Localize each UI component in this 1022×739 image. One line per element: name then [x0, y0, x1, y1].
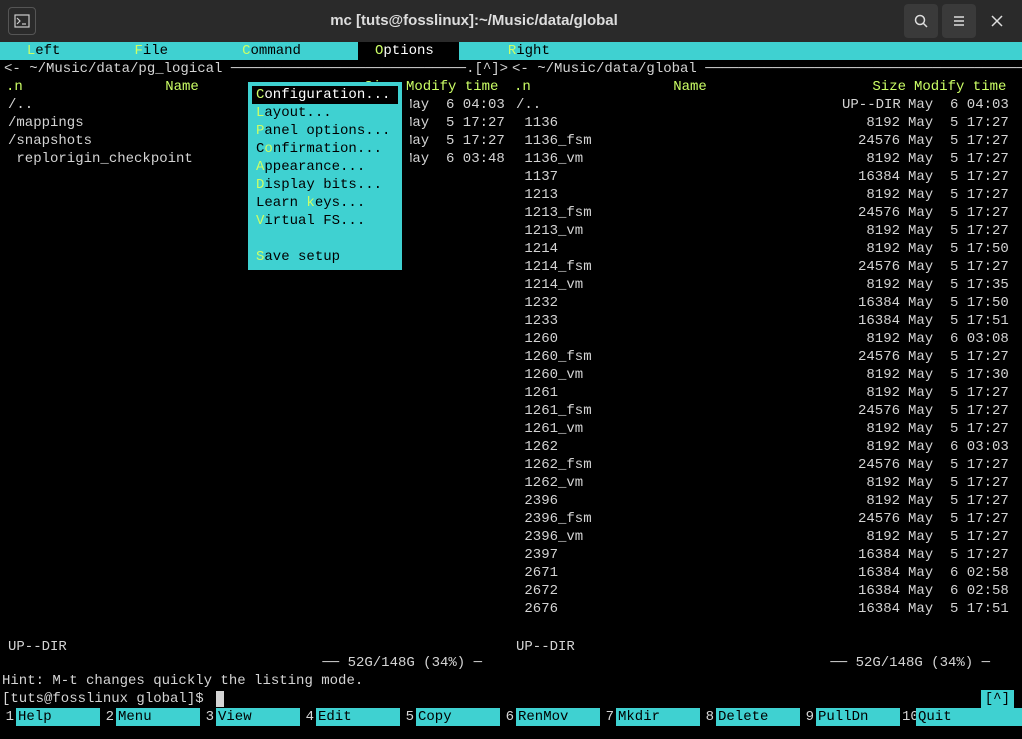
menu-button[interactable] [942, 4, 976, 38]
fkey-edit[interactable]: 4Edit [300, 708, 400, 726]
table-row[interactable]: 267216384May 6 02:58 [512, 582, 1010, 600]
table-row[interactable]: 2396_fsm24576May 5 17:27 [512, 510, 1010, 528]
fkey-help[interactable]: 1Help [0, 708, 100, 726]
dd-save-setup[interactable]: Save setup [252, 248, 398, 266]
table-row[interactable]: 12148192May 5 17:50 [512, 240, 1010, 258]
panel-right-body[interactable]: /..UP--DIRMay 6 04:03 11368192May 5 17:2… [512, 96, 1010, 636]
panel-left-footer: UP--DIR [4, 636, 502, 654]
dd-configuration[interactable]: Configuration... [252, 86, 398, 104]
table-row[interactable]: 1260_vm8192May 5 17:30 [512, 366, 1010, 384]
fkey-quit[interactable]: 10Quit [900, 708, 1000, 726]
table-row[interactable]: 12138192May 5 17:27 [512, 186, 1010, 204]
table-row[interactable]: /..UP--DIRMay 6 04:03 [512, 96, 1010, 114]
prompt-line[interactable]: [tuts@fosslinux global]$ [^] [0, 690, 1022, 708]
options-dropdown: Configuration... Layout... Panel options… [248, 82, 402, 270]
table-row[interactable]: 12628192May 6 03:03 [512, 438, 1010, 456]
hint-line: Hint: M-t changes quickly the listing mo… [0, 672, 1022, 690]
menubar: Left File Command Options Right [0, 42, 1022, 60]
prompt-text: [tuts@fosslinux global]$ [2, 690, 212, 708]
fkey-copy[interactable]: 5Copy [400, 708, 500, 726]
table-row[interactable]: 1214_vm8192May 5 17:35 [512, 276, 1010, 294]
dd-learn-keys[interactable]: Learn keys... [252, 194, 398, 212]
fkey-pulldn[interactable]: 9PullDn [800, 708, 900, 726]
menu-right[interactable]: Right [491, 42, 575, 60]
col-n: .n [4, 78, 24, 96]
panel-right-footer: UP--DIR [512, 636, 1010, 654]
table-row[interactable]: 267116384May 6 02:58 [512, 564, 1010, 582]
col-modify: Modify time [402, 78, 502, 96]
fkey-mkdir[interactable]: 7Mkdir [600, 708, 700, 726]
menu-command[interactable]: Command [225, 42, 326, 60]
table-row[interactable]: 1136_vm8192May 5 17:27 [512, 150, 1010, 168]
table-row[interactable]: 1136_fsm24576May 5 17:27 [512, 132, 1010, 150]
table-row[interactable]: 239716384May 5 17:27 [512, 546, 1010, 564]
dd-confirmation[interactable]: Confirmation... [252, 140, 398, 158]
titlebar: mc [tuts@fosslinux]:~/Music/data/global [0, 0, 1022, 42]
panel-right-disk: ── 52G/148G (34%) ─ [512, 654, 1010, 672]
table-row[interactable]: 12608192May 6 03:08 [512, 330, 1010, 348]
panel-left-path: <- ~/Music/data/pg_logical ─────────────… [4, 60, 502, 78]
table-row[interactable]: 1260_fsm24576May 5 17:27 [512, 348, 1010, 366]
dd-appearance[interactable]: Appearance... [252, 158, 398, 176]
fkey-menu[interactable]: 2Menu [100, 708, 200, 726]
menu-options[interactable]: Options [358, 42, 459, 60]
dd-virtual-fs[interactable]: Virtual FS... [252, 212, 398, 230]
col-size: Size [848, 78, 910, 96]
terminal-icon [8, 7, 36, 35]
table-row[interactable]: 11368192May 5 17:27 [512, 114, 1010, 132]
table-row[interactable]: 1262_vm8192May 5 17:27 [512, 474, 1010, 492]
table-row[interactable]: 123316384May 5 17:51 [512, 312, 1010, 330]
col-name: Name [532, 78, 848, 96]
panel-right: <- ~/Music/data/global ─────────────────… [512, 60, 1010, 672]
panel-left-disk: ── 52G/148G (34%) ─ [4, 654, 502, 672]
table-row[interactable]: 1261_vm8192May 5 17:27 [512, 420, 1010, 438]
close-button[interactable] [980, 4, 1014, 38]
search-button[interactable] [904, 4, 938, 38]
table-row[interactable]: 2396_vm8192May 5 17:27 [512, 528, 1010, 546]
function-keys: 1Help2Menu3View4Edit5Copy6RenMov7Mkdir8D… [0, 708, 1022, 726]
panel-right-columns: .n Name Size Modify time [512, 78, 1010, 96]
col-modify: Modify time [910, 78, 1010, 96]
table-row[interactable]: 1213_vm8192May 5 17:27 [512, 222, 1010, 240]
dd-separator [252, 230, 398, 248]
cursor [216, 691, 224, 707]
table-row[interactable]: 267616384May 5 17:51 [512, 600, 1010, 618]
table-row[interactable]: 1262_fsm24576May 5 17:27 [512, 456, 1010, 474]
table-row[interactable]: 1213_fsm24576May 5 17:27 [512, 204, 1010, 222]
table-row[interactable]: 123216384May 5 17:50 [512, 294, 1010, 312]
menu-left[interactable]: Left [10, 42, 86, 60]
table-row[interactable]: 12618192May 5 17:27 [512, 384, 1010, 402]
fkey-delete[interactable]: 8Delete [700, 708, 800, 726]
menu-file[interactable]: File [118, 42, 194, 60]
dd-layout[interactable]: Layout... [252, 104, 398, 122]
col-n: .n [512, 78, 532, 96]
panel-right-path: <- ~/Music/data/global ─────────────────… [512, 60, 1010, 78]
dd-display-bits[interactable]: Display bits... [252, 176, 398, 194]
workspace: <- ~/Music/data/pg_logical ─────────────… [0, 60, 1022, 672]
table-row[interactable]: 1261_fsm24576May 5 17:27 [512, 402, 1010, 420]
fkey-view[interactable]: 3View [200, 708, 300, 726]
caret-indicator[interactable]: [^] [981, 690, 1014, 708]
table-row[interactable]: 23968192May 5 17:27 [512, 492, 1010, 510]
dd-panel-options[interactable]: Panel options... [252, 122, 398, 140]
window-title: mc [tuts@fosslinux]:~/Music/data/global [48, 12, 900, 30]
table-row[interactable]: 113716384May 5 17:27 [512, 168, 1010, 186]
fkey-renmov[interactable]: 6RenMov [500, 708, 600, 726]
table-row[interactable]: 1214_fsm24576May 5 17:27 [512, 258, 1010, 276]
